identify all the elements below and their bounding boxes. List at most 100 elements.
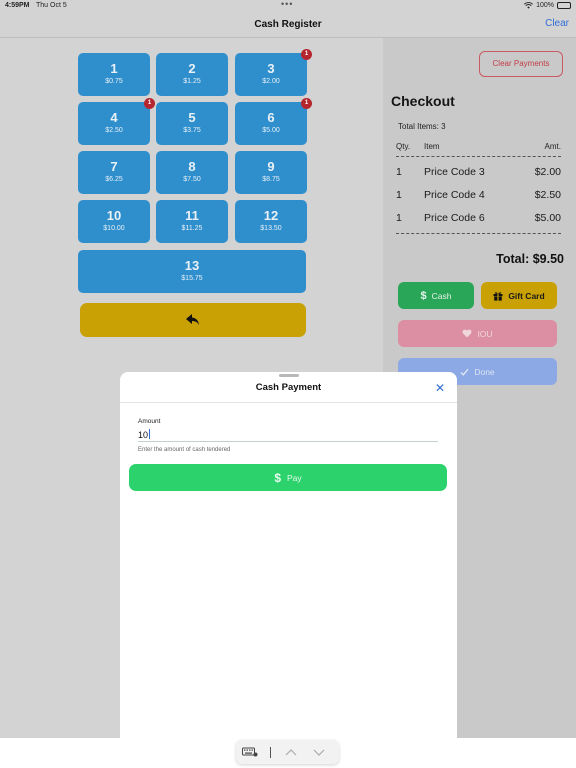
price-key-number: 3 xyxy=(267,61,275,76)
price-key-number: 10 xyxy=(106,208,122,223)
status-bar: 4:59PM Thu Oct 5 ••• 100% xyxy=(0,0,576,14)
back-button[interactable] xyxy=(80,303,306,337)
pay-button[interactable]: $ Pay xyxy=(129,464,447,491)
amount-input[interactable] xyxy=(138,428,438,442)
price-key-5[interactable]: 5 $3.75 xyxy=(156,102,228,145)
price-key-2[interactable]: 2 $1.25 xyxy=(156,53,228,96)
price-key-3[interactable]: 3 $2.00 1 xyxy=(235,49,312,96)
price-key-number: 12 xyxy=(263,208,279,223)
price-key-1[interactable]: 1 $0.75 xyxy=(78,53,150,96)
iou-button[interactable]: IOU xyxy=(398,320,557,347)
count-badge: 1 xyxy=(301,98,312,109)
row-amt: $5.00 xyxy=(534,211,561,224)
text-caret xyxy=(149,429,150,439)
page-title: Cash Register xyxy=(254,19,322,30)
gift-card-button[interactable]: Gift Card xyxy=(481,282,557,309)
row-qty: 1 xyxy=(396,211,402,224)
price-key-10[interactable]: 10 $10.00 xyxy=(78,200,150,243)
checkmark-icon xyxy=(460,368,469,376)
keyboard-accessory-bar xyxy=(0,738,576,768)
order-total: Total: $9.50 xyxy=(496,252,564,266)
price-key-13[interactable]: 13 $15.75 xyxy=(78,250,306,293)
amount-label: Amount xyxy=(138,418,161,425)
status-date: Thu Oct 5 xyxy=(36,2,67,9)
row-qty: 1 xyxy=(396,188,402,201)
items-table-header: Qty. Item Amt. xyxy=(396,142,561,157)
price-key-number: 13 xyxy=(184,258,200,273)
row-item: Price Code 6 xyxy=(424,211,485,224)
checkout-title: Checkout xyxy=(391,93,455,109)
chevron-up-icon[interactable] xyxy=(277,740,305,764)
row-item: Price Code 4 xyxy=(424,188,485,201)
dollar-icon: $ xyxy=(420,289,427,302)
price-key-number: 5 xyxy=(188,110,196,125)
keyboard-icon[interactable] xyxy=(236,740,264,764)
iou-button-label: IOU xyxy=(477,328,493,339)
price-key-amount: $3.75 xyxy=(183,127,201,134)
row-amt: $2.50 xyxy=(534,188,561,201)
dollar-icon: $ xyxy=(274,470,282,485)
column-qty: Qty. xyxy=(396,142,411,151)
row-qty: 1 xyxy=(396,165,402,178)
clear-button[interactable]: Clear xyxy=(545,18,569,29)
count-badge: 1 xyxy=(301,49,312,60)
navigation-bar: Cash Register Clear xyxy=(0,14,576,38)
row-amt: $2.00 xyxy=(534,165,561,178)
price-key-number: 9 xyxy=(267,159,275,174)
price-key-4[interactable]: 4 $2.50 1 xyxy=(78,98,155,145)
price-key-amount: $2.00 xyxy=(262,78,280,85)
price-key-number: 1 xyxy=(110,61,118,76)
close-icon[interactable]: ✕ xyxy=(435,381,445,395)
done-button-label: Done xyxy=(474,366,495,377)
price-key-8[interactable]: 8 $7.50 xyxy=(156,151,228,194)
total-items: Total Items: 3 xyxy=(398,122,446,131)
items-table-body: 1 Price Code 3 $2.00 1 Price Code 4 $2.50 1 Pri… xyxy=(396,157,561,234)
price-key-amount: $0.75 xyxy=(105,78,123,85)
price-key-amount: $7.50 xyxy=(183,176,201,183)
sheet-grabber[interactable] xyxy=(279,374,299,377)
price-key-amount: $11.25 xyxy=(181,225,203,232)
clear-payments-button[interactable]: Clear Payments xyxy=(479,51,563,77)
column-item: Item xyxy=(424,142,440,151)
price-key-amount: $5.00 xyxy=(262,127,280,134)
price-key-7[interactable]: 7 $6.25 xyxy=(78,151,150,194)
status-time: 4:59PM xyxy=(5,2,30,9)
price-key-number: 2 xyxy=(188,61,196,76)
toolbar-separator xyxy=(270,746,271,758)
multitasking-dots-icon[interactable]: ••• xyxy=(281,0,293,9)
items-table: Qty. Item Amt. 1 Price Code 3 $2.00 1 Price … xyxy=(396,142,561,234)
table-row: 1 Price Code 4 $2.50 xyxy=(396,183,561,206)
price-key-number: 4 xyxy=(110,110,118,125)
price-key-9[interactable]: 9 $8.75 xyxy=(235,151,307,194)
price-key-6[interactable]: 6 $5.00 1 xyxy=(235,98,312,145)
gift-card-button-label: Gift Card xyxy=(508,290,545,301)
sheet-divider xyxy=(120,402,457,403)
price-key-amount: $1.25 xyxy=(183,78,201,85)
wifi-icon xyxy=(524,2,534,9)
price-key-number: 6 xyxy=(267,110,275,125)
price-key-amount: $10.00 xyxy=(103,225,125,232)
undo-arrow-icon xyxy=(186,314,199,325)
row-item: Price Code 3 xyxy=(424,165,485,178)
price-key-amount: $15.75 xyxy=(181,275,203,282)
price-key-11[interactable]: 11 $11.25 xyxy=(156,200,228,243)
count-badge: 1 xyxy=(144,98,155,109)
status-right: 100% xyxy=(524,2,571,9)
gift-icon xyxy=(493,291,503,301)
price-key-amount: $2.50 xyxy=(105,127,123,134)
heart-icon xyxy=(462,329,472,338)
price-key-number: 11 xyxy=(185,208,199,223)
keyboard-toolbar xyxy=(236,740,339,764)
amount-help-text: Enter the amount of cash tendered xyxy=(138,447,231,453)
cash-button[interactable]: $ Cash xyxy=(398,282,474,309)
pay-button-label: Pay xyxy=(287,472,302,483)
sheet-title: Cash Payment xyxy=(255,382,322,393)
price-key-number: 7 xyxy=(110,159,118,174)
price-key-number: 8 xyxy=(188,159,196,174)
cash-payment-sheet: Cash Payment ✕ Amount Enter the amount o… xyxy=(120,372,457,738)
cash-button-label: Cash xyxy=(431,290,452,301)
column-amt: Amt. xyxy=(544,142,561,151)
table-row: 1 Price Code 6 $5.00 xyxy=(396,206,561,229)
chevron-down-icon[interactable] xyxy=(305,740,333,764)
price-key-12[interactable]: 12 $13.50 xyxy=(235,200,307,243)
